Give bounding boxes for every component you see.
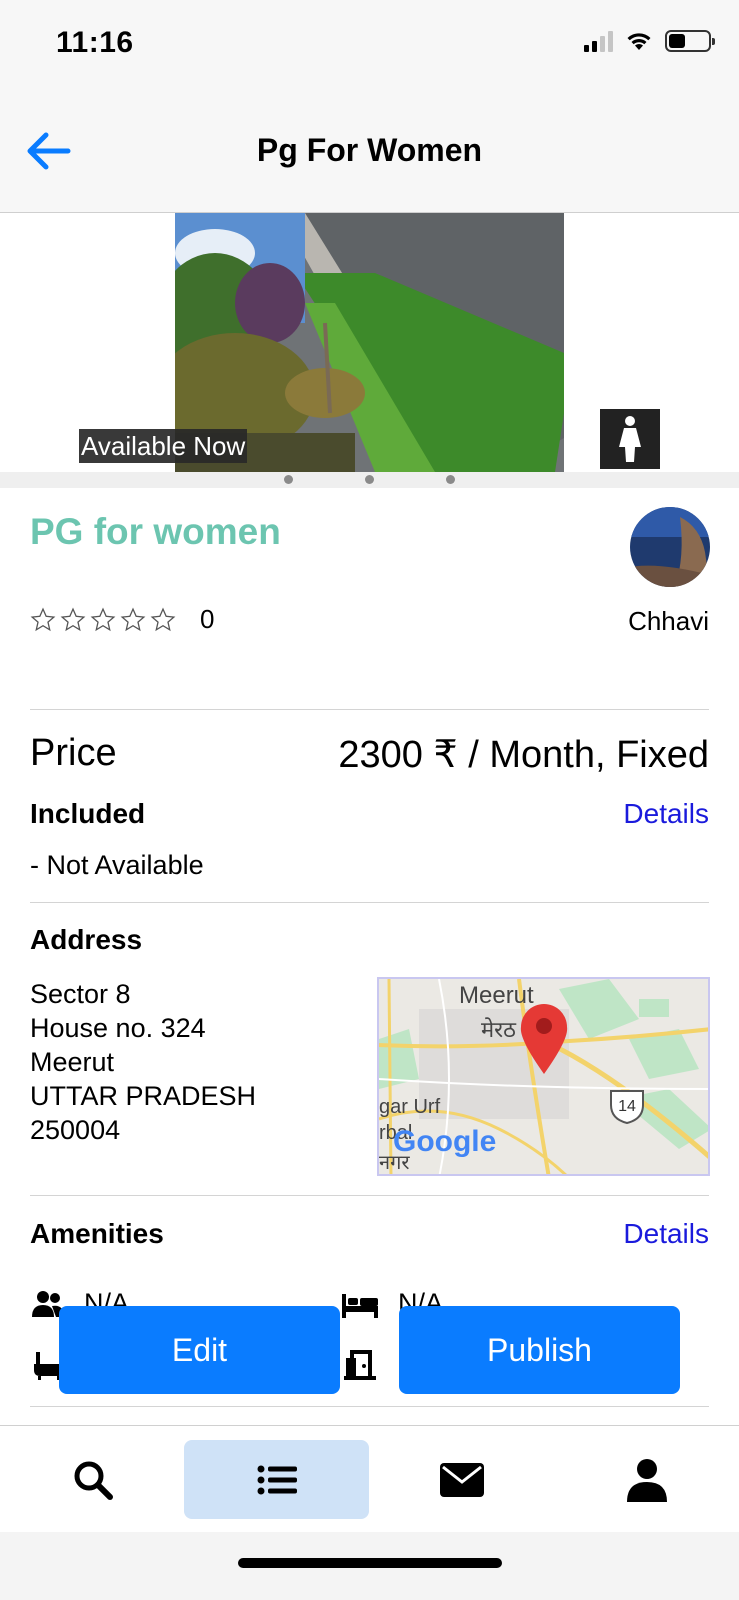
address-line: House no. 324 — [30, 1013, 206, 1043]
star-empty-icon — [120, 607, 146, 631]
rating: 0 — [30, 604, 214, 635]
mail-icon — [439, 1462, 484, 1497]
tab-profile[interactable] — [554, 1440, 739, 1519]
edit-button[interactable]: Edit — [59, 1306, 340, 1394]
tab-listings[interactable] — [184, 1440, 369, 1519]
amenity-room — [344, 1350, 396, 1380]
profile-icon — [626, 1458, 667, 1502]
map-city-label-hindi: मेरठ — [481, 1017, 517, 1043]
navigation-bar: Pg For Women — [0, 92, 739, 213]
female-person-icon — [600, 409, 660, 469]
divider — [30, 1406, 709, 1407]
status-time: 11:16 — [56, 26, 134, 59]
battery-icon — [665, 30, 715, 52]
star-empty-icon — [150, 607, 176, 631]
owner-name: Chhavi — [628, 606, 709, 636]
divider — [30, 1195, 709, 1196]
owner-avatar[interactable] — [630, 507, 710, 587]
location-map[interactable]: Meerut मेरठ gar Urf rbal नगर 14 Google — [377, 977, 710, 1176]
page-dot — [284, 475, 293, 484]
tab-bar — [0, 1425, 739, 1532]
google-logo: Google — [393, 1125, 496, 1158]
page-dot — [446, 475, 455, 484]
divider — [30, 902, 709, 903]
listing-title: PG for women — [30, 511, 281, 552]
amenities-heading: Amenities — [30, 1218, 164, 1249]
page-title: Pg For Women — [256, 132, 483, 168]
rating-count: 0 — [200, 604, 215, 634]
home-indicator-area — [0, 1532, 739, 1600]
availability-badge: Available Now — [79, 429, 248, 463]
included-details-link[interactable]: Details — [623, 798, 709, 830]
search-icon — [74, 1461, 113, 1500]
included-heading: Included — [30, 798, 146, 829]
list-icon — [257, 1465, 297, 1494]
map-place-label: gar Urf — [379, 1096, 441, 1118]
door-icon — [344, 1350, 376, 1380]
bed-icon — [342, 1293, 378, 1318]
price-value: 2300 ₹ / Month, Fixed — [338, 734, 709, 776]
address-line: 250004 — [30, 1115, 121, 1145]
address-line: Sector 8 — [30, 979, 131, 1009]
divider — [30, 709, 709, 710]
gallery-page-dots — [0, 475, 739, 484]
price-label: Price — [30, 732, 117, 774]
status-bar: 11:16 — [0, 0, 739, 92]
address-heading: Address — [30, 924, 143, 955]
amenities-details-link[interactable]: Details — [623, 1218, 709, 1250]
page-dot — [365, 475, 374, 484]
photo-gallery[interactable]: Available Now — [0, 213, 739, 488]
star-empty-icon — [30, 607, 56, 631]
publish-button[interactable]: Publish — [399, 1306, 680, 1394]
map-city-label: Meerut — [459, 982, 534, 1009]
star-empty-icon — [60, 607, 86, 631]
star-empty-icon — [90, 607, 116, 631]
star-rating — [30, 607, 176, 633]
address-text: Sector 8 House no. 324 Meerut UTTAR PRAD… — [30, 977, 256, 1147]
tab-messages[interactable] — [369, 1440, 554, 1519]
map-road-shield: 14 — [618, 1098, 636, 1115]
cellular-signal-icon — [584, 30, 613, 52]
wifi-icon — [627, 33, 651, 50]
tab-search[interactable] — [0, 1440, 185, 1519]
address-line: UTTAR PRADESH — [30, 1081, 257, 1111]
included-item: - Not Available — [30, 850, 204, 880]
address-line: Meerut — [30, 1047, 115, 1077]
status-icons — [584, 30, 715, 52]
home-indicator[interactable] — [238, 1558, 502, 1568]
